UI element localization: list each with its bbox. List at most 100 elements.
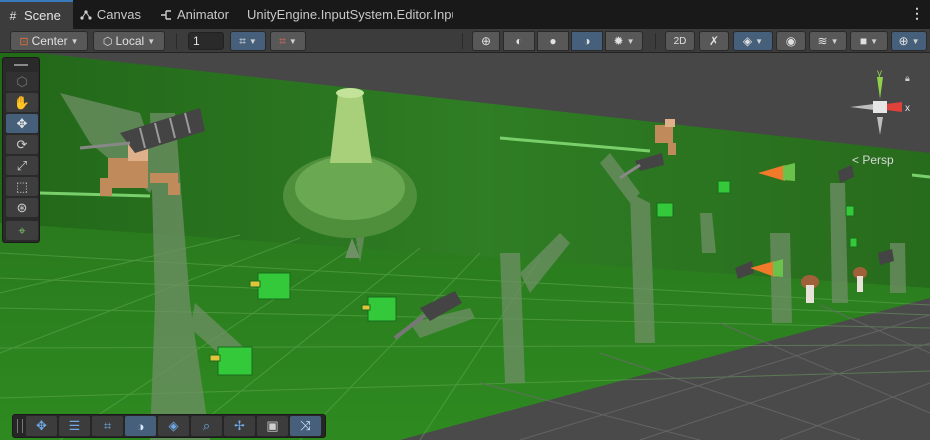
pivot-space-dropdown[interactable]: ⬡ Local ▼: [93, 31, 165, 51]
moon-icon: ◑: [583, 34, 591, 48]
custom-tool-icon: ⌖: [18, 222, 26, 238]
grid-snap-icon: ⌗: [239, 33, 246, 48]
align-overlay-button[interactable]: ☰: [59, 416, 90, 436]
chevron-down-icon: ▼: [147, 36, 156, 46]
layers-overlay-button[interactable]: ◈: [158, 416, 189, 436]
tab-animator[interactable]: Animator: [153, 0, 241, 29]
pivot-mode-dropdown[interactable]: ⊡ Center ▼: [10, 31, 88, 51]
lock-icon[interactable]: 🔒︎: [905, 73, 910, 84]
grid-icon: #: [9, 8, 17, 23]
chevron-down-icon: ▼: [288, 36, 297, 46]
tab-scene[interactable]: # Scene: [0, 0, 73, 29]
layers-icon: ◈: [168, 418, 179, 433]
snap-icon: ⌗: [279, 33, 286, 48]
rect-icon: ⬚: [15, 178, 29, 194]
grid-size-field[interactable]: 1: [188, 32, 224, 50]
tab-scene-label: Scene: [24, 8, 61, 23]
move-overlay-button[interactable]: ✥: [26, 416, 57, 436]
align-icon: ☰: [68, 418, 81, 433]
layers-icon: ◈: [742, 34, 753, 48]
shaded-button[interactable]: ●: [537, 31, 569, 51]
pivot-icon: ⊡: [19, 35, 29, 48]
moon-icon: ◑: [136, 418, 145, 434]
chevron-down-icon: ▼: [830, 36, 839, 46]
tab-canvas-label: Canvas: [96, 7, 141, 22]
gizmos-dropdown[interactable]: ⊕ ▼: [891, 31, 927, 51]
tab-inputsystem-label: UnityEngine.InputSystem.Editor.Inpu: [246, 7, 453, 22]
bird-sprite: [849, 237, 858, 248]
cube-icon: ⬡: [102, 35, 113, 48]
bottom-overlay-toolbar: ✥ ☰ ⌗ ◑ ◈ ⌕ ✢ ▣ ⤨: [12, 414, 326, 438]
search-icon: ⌕: [202, 418, 211, 433]
search-overlay-button[interactable]: ⌕: [191, 416, 222, 436]
move-icon: ✥: [16, 115, 28, 131]
toolbar-divider: [176, 33, 177, 49]
incremental-snap-toggle[interactable]: ⌗ ▼: [270, 31, 306, 51]
shuffle-overlay-button[interactable]: ⤨: [290, 416, 321, 436]
tab-animator-label: Animator: [176, 7, 229, 22]
light-icon: ✗: [708, 34, 720, 48]
tab-canvas[interactable]: Canvas: [73, 0, 153, 29]
scene-render: [0, 53, 930, 440]
pivot-space-label: Local: [115, 34, 145, 48]
camera-icon: ■: [859, 34, 868, 48]
chevron-down-icon: ▼: [870, 36, 879, 46]
hand-icon: ✋: [13, 94, 31, 110]
lighting-toggle[interactable]: ✗: [699, 31, 729, 51]
camera-overlay-button[interactable]: ▣: [257, 416, 288, 436]
tools-overlay: ⬡ ✋ ✥ ⟳ ⤢ ⬚ ⊛ ⌖: [2, 57, 40, 243]
scene-toolbar: ⊡ Center ▼ ⬡ Local ▼ 1 ⌗ ▼ ⌗ ▼ ⊕ ◐ ● ◑ ✹ ▼ …: [0, 29, 930, 53]
debug-draw-mode-dropdown[interactable]: ✹ ▼: [605, 31, 643, 51]
move-icon: ✥: [36, 418, 47, 433]
hand-tool-button[interactable]: ✋: [6, 93, 38, 112]
perspective-label[interactable]: < Persp: [852, 153, 894, 167]
shading-overlay-button[interactable]: ◑: [125, 416, 156, 436]
camera-settings-dropdown[interactable]: ■ ▼: [850, 31, 888, 51]
grid-snap-toggle[interactable]: ⌗ ▼: [230, 31, 266, 51]
bird-sprite: [845, 205, 855, 217]
chevron-down-icon: ▼: [755, 36, 764, 46]
transform-tool-button[interactable]: ⊛: [6, 198, 38, 217]
rotate-icon: ⟳: [16, 136, 28, 152]
animator-icon: [159, 8, 173, 22]
unlit-button[interactable]: ◑: [571, 31, 603, 51]
hidden-objects-toggle[interactable]: ◉: [776, 31, 806, 51]
wireframe-shading-button[interactable]: ⊕: [472, 31, 500, 51]
half-sphere-icon: ◐: [515, 34, 523, 48]
move-tool-button[interactable]: ✥: [6, 114, 38, 133]
chevron-down-icon: ▼: [911, 36, 920, 46]
cube-icon: ⬡: [16, 73, 28, 89]
perspective-text: Persp: [862, 153, 894, 167]
wireframe-sphere-icon: ⊕: [480, 34, 492, 48]
scene-viewport[interactable]: ⬡ ✋ ✥ ⟳ ⤢ ⬚ ⊛ ⌖ y x 🔒︎ < Persp ✥ ☰ ⌗ ◑ ◈…: [0, 53, 930, 440]
grid-overlay-button[interactable]: ⌗: [92, 416, 123, 436]
scale-tool-button[interactable]: ⤢: [6, 156, 38, 175]
pivot-mode-label: Center: [31, 34, 68, 48]
pivot-icon: ✢: [234, 418, 245, 433]
custom-tool-button[interactable]: ⌖: [6, 221, 38, 240]
2d-toggle[interactable]: 2D: [665, 31, 695, 51]
solid-sphere-icon: ●: [549, 34, 557, 48]
shaded-wireframe-button[interactable]: ◐: [503, 31, 535, 51]
rotate-tool-button[interactable]: ⟳: [6, 135, 38, 154]
rect-tool-button[interactable]: ⬚: [6, 177, 38, 196]
transform-icon: ⊛: [16, 199, 28, 215]
tab-inputsystem-editor[interactable]: UnityEngine.InputSystem.Editor.Inpu: [241, 0, 453, 29]
gizmo-icon: ⊕: [898, 34, 909, 48]
scene-visibility-dropdown[interactable]: ◈ ▼: [733, 31, 773, 51]
stack-icon: ≋: [817, 34, 828, 48]
bird-sprite: [656, 202, 674, 218]
chevron-down-icon: ▼: [70, 36, 79, 46]
effects-dropdown[interactable]: ≋ ▼: [809, 31, 847, 51]
more-options-icon[interactable]: ⋮: [910, 6, 924, 20]
nodes-icon: [79, 8, 93, 22]
grid-icon: ⌗: [103, 418, 112, 433]
bug-icon: ✹: [613, 34, 624, 48]
view-tool-button[interactable]: ⬡: [6, 72, 38, 91]
eye-icon: ◉: [785, 34, 797, 48]
pivot-overlay-button[interactable]: ✢: [224, 416, 255, 436]
chevron-down-icon: ▼: [626, 36, 635, 46]
overlay-grip[interactable]: [5, 60, 37, 70]
overlay-grip[interactable]: [17, 419, 23, 433]
2d-icon: 2D: [673, 35, 687, 47]
